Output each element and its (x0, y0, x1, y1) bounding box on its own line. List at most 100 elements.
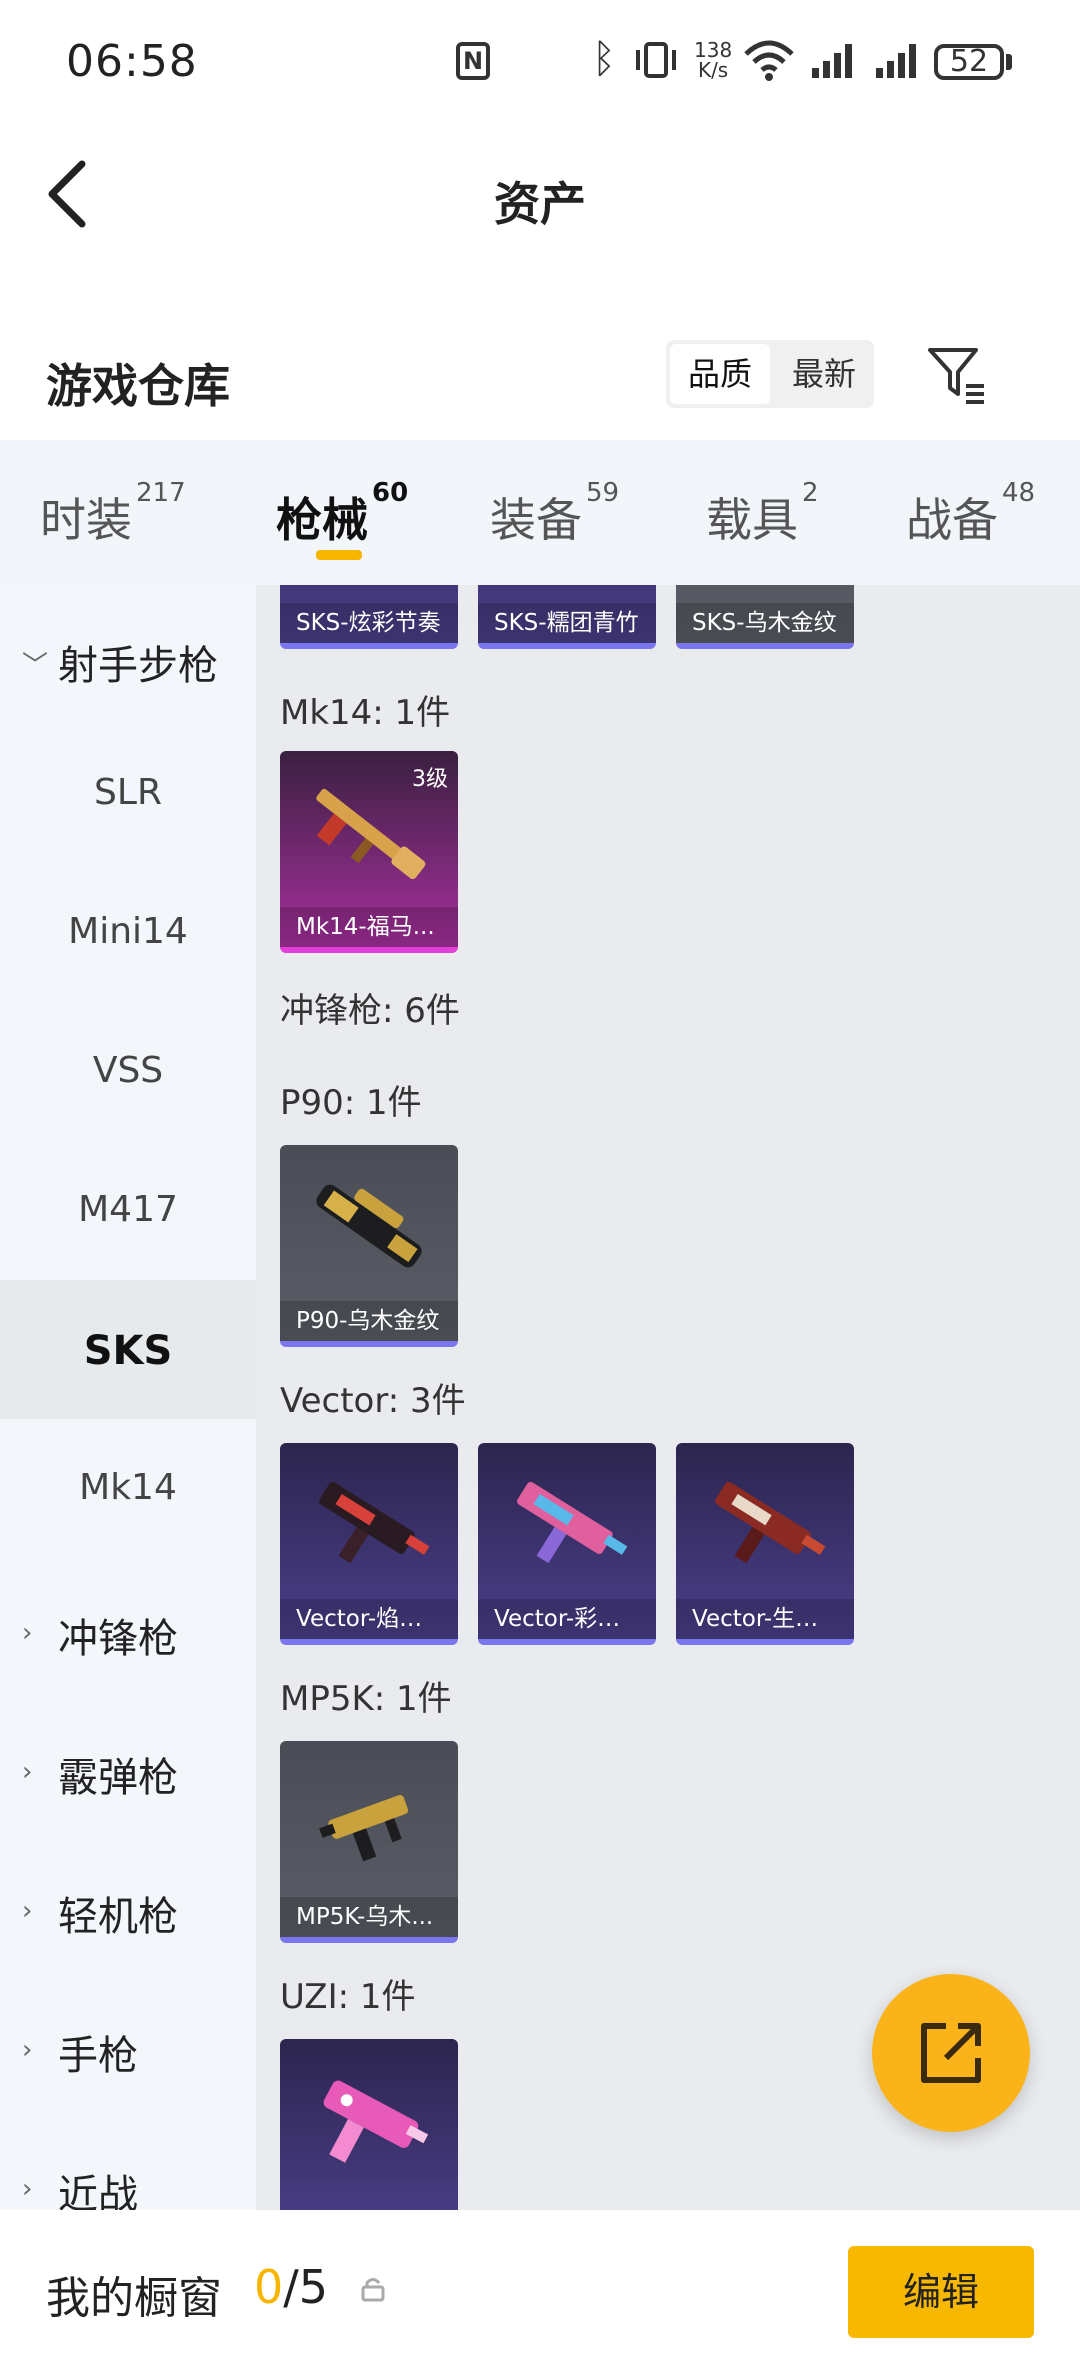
battery-icon: 52 (934, 44, 1004, 80)
rifle-icon (319, 1795, 409, 1862)
external-link-icon (921, 2023, 981, 2083)
item-card[interactable]: SKS-乌木金纹 (676, 585, 854, 649)
share-fab-button[interactable] (872, 1974, 1030, 2132)
rifle-icon (316, 788, 426, 880)
tab-label: 时装 (40, 493, 132, 547)
lock-icon (361, 2278, 385, 2302)
rifle-icon (517, 1481, 628, 1564)
wifi-icon (744, 40, 794, 81)
sidebar-item-melee[interactable]: › 近战 (0, 2114, 256, 2210)
sidebar-item-shotgun[interactable]: › 霰弹枪 (0, 1697, 256, 1836)
sidebar-item-sks[interactable]: SKS (0, 1280, 256, 1419)
sort-toggle: 品质 最新 (666, 340, 874, 408)
tab-fashion[interactable]: 时装 217 (40, 478, 186, 550)
item-name: MP5K-乌木... (280, 1897, 458, 1937)
bluetooth-icon: ᛒ (592, 36, 616, 82)
item-name: SKS-乌木金纹 (676, 603, 854, 643)
sidebar-item-vss[interactable]: VSS (0, 1002, 256, 1141)
chevron-right-icon: › (22, 1896, 33, 1926)
tab-count: 217 (136, 478, 186, 508)
sidebar-item-mini14[interactable]: Mini14 (0, 863, 256, 1002)
item-name: Vector-彩虹... (478, 1599, 656, 1639)
item-card[interactable]: Vector-生命... (676, 1443, 854, 1645)
tab-equipment[interactable]: 装备 59 (490, 478, 619, 550)
item-name: SKS-炫彩节奏 (280, 603, 458, 643)
sidebar-item-mk14[interactable]: Mk14 (0, 1419, 256, 1558)
group-header-uzi: UZI: 1件 (280, 1977, 416, 2017)
network-speed-unit: K/s (697, 58, 729, 82)
edit-button[interactable]: 编辑 (848, 2246, 1034, 2338)
sort-quality-button[interactable]: 品质 (670, 344, 770, 404)
sidebar-item-label: Mini14 (68, 911, 188, 952)
sidebar-item-label: 手枪 (58, 2033, 138, 2079)
rifle-icon (316, 1184, 422, 1268)
item-card[interactable]: SKS-糯团青竹 (478, 585, 656, 649)
item-name: Mk14-福马... (280, 907, 458, 947)
filter-icon[interactable] (926, 344, 986, 404)
item-name: SKS-糯团青竹 (478, 603, 656, 643)
showcase-current: 0 (254, 2260, 284, 2314)
sidebar-item-label: M417 (78, 1189, 178, 1230)
sidebar-item-lmg[interactable]: › 轻机枪 (0, 1836, 256, 1975)
item-card[interactable] (280, 2039, 458, 2210)
page-title: 资产 (494, 177, 586, 231)
battery-tip (1006, 54, 1012, 70)
tab-firearms[interactable]: 枪械 60 (276, 478, 408, 550)
group-header-smg: 冲锋枪: 6件 (280, 991, 460, 1031)
tab-supplies[interactable]: 战备 48 (906, 478, 1035, 550)
nfc-icon: N (456, 42, 490, 80)
sidebar-item-marksman-rifles[interactable]: ﹀ 射手步枪 (0, 585, 256, 724)
item-card[interactable]: SKS-炫彩节奏 (280, 585, 458, 649)
active-tab-indicator (316, 550, 362, 560)
sidebar-item-slr[interactable]: SLR (0, 724, 256, 863)
sidebar: ﹀ 射手步枪 SLR Mini14 VSS M417 SKS Mk14 › 冲锋… (0, 585, 256, 2210)
group-header-mp5k: MP5K: 1件 (280, 1679, 452, 1719)
sidebar-item-label: 射手步枪 (58, 643, 218, 689)
tab-label: 装备 (490, 493, 582, 547)
sidebar-item-pistol[interactable]: › 手枪 (0, 1975, 256, 2114)
item-name: Vector-焰鹰... (280, 1599, 458, 1639)
rifle-icon (715, 1481, 826, 1564)
item-grid: SKS-炫彩节奏 SKS-糯团青竹 SKS-乌木金纹 Mk14: 1件 3级 M… (256, 585, 1080, 2210)
showcase-total: /5 (283, 2260, 329, 2314)
sidebar-item-label: 霰弹枪 (58, 1755, 178, 1801)
signal-icon-2 (876, 44, 916, 78)
item-card[interactable]: MP5K-乌木... (280, 1741, 458, 1943)
network-speed-value: 138 (694, 38, 733, 62)
sidebar-item-label: SLR (94, 772, 162, 813)
sidebar-item-smg[interactable]: › 冲锋枪 (0, 1558, 256, 1697)
item-card[interactable]: Vector-焰鹰... (280, 1443, 458, 1645)
group-header-p90: P90: 1件 (280, 1083, 422, 1123)
rifle-icon (319, 1481, 430, 1564)
chevron-right-icon: › (22, 1757, 33, 1787)
chevron-right-icon: › (22, 2174, 33, 2204)
item-card[interactable]: Vector-彩虹... (478, 1443, 656, 1645)
tab-label: 战备 (906, 493, 998, 547)
bottom-bar: 我的橱窗 0/5 编辑 (0, 2210, 1080, 2373)
category-tabs: 时装 217 枪械 60 装备 59 载具 2 战备 48 (0, 440, 1080, 585)
sidebar-item-label: 近战 (58, 2172, 138, 2210)
sort-newest-button[interactable]: 最新 (774, 340, 874, 408)
chevron-right-icon: › (22, 1618, 33, 1648)
showcase-label: 我的橱窗 (46, 2273, 222, 2324)
section-title: 游戏仓库 (46, 359, 230, 413)
tab-label: 枪械 (276, 493, 368, 547)
sidebar-item-label: VSS (92, 1050, 164, 1091)
rifle-icon (323, 2080, 429, 2163)
showcase-count: 0/5 (254, 2260, 328, 2314)
group-header-vector: Vector: 3件 (280, 1381, 466, 1421)
sidebar-item-label: Mk14 (79, 1467, 177, 1508)
status-bar: 06:58 N ᛒ 138 K/s 52 (0, 0, 1080, 126)
tab-vehicles[interactable]: 载具 2 (706, 478, 819, 550)
item-card[interactable]: P90-乌木金纹 (280, 1145, 458, 1347)
tab-count: 2 (802, 478, 819, 508)
signal-icon (812, 44, 852, 78)
chevron-down-icon: ﹀ (22, 651, 49, 681)
nav-bar: 资产 (0, 126, 1080, 266)
section-header: 游戏仓库 品质 最新 (0, 330, 1080, 440)
chevron-right-icon: › (22, 2035, 33, 2065)
sidebar-item-label: 轻机枪 (58, 1894, 178, 1940)
tab-count: 59 (586, 478, 620, 508)
item-card[interactable]: 3级 Mk14-福马... (280, 751, 458, 953)
sidebar-item-m417[interactable]: M417 (0, 1141, 256, 1280)
